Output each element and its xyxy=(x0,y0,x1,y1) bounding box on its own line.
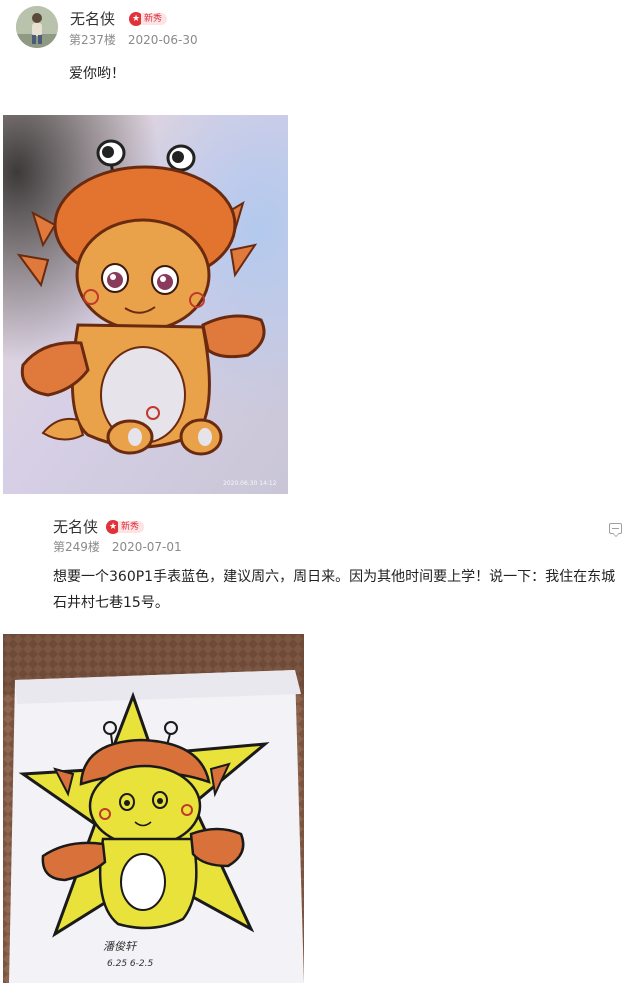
post-content: 爱你哟！ xyxy=(69,66,125,82)
username[interactable]: 无名侠 xyxy=(53,518,98,536)
photo-note: 6.25 6-2.5 xyxy=(107,959,153,969)
rookie-badge: ★ 新秀 xyxy=(106,520,145,534)
badge-label: 新秀 xyxy=(118,521,145,533)
post-photo[interactable]: 2020.06.30 14:12 xyxy=(3,115,288,494)
post-meta: 第237楼 2020-06-30 xyxy=(69,33,198,47)
post-meta: 第249楼 2020-07-01 xyxy=(53,540,182,554)
post-photo[interactable]: 潘俊轩 6.25 6-2.5 xyxy=(3,634,304,983)
avatar[interactable] xyxy=(16,6,58,48)
post-date: 2020-06-30 xyxy=(127,33,198,47)
post-floor-237: 无名侠 ★ 新秀 第237楼 2020-06-30 爱你哟！ 2020.06.3… xyxy=(0,0,633,500)
photo-signature: 潘俊轩 xyxy=(103,940,138,953)
post-content: 想要一个360P1手表蓝色，建议周六，周日来。因为其他时间要上学！说一下：我住在… xyxy=(53,569,616,611)
floor-number: 第249楼 xyxy=(53,540,100,554)
post-floor-249: 无名侠 ★ 新秀 第249楼 2020-07-01 想要一个360P1手表蓝色，建… xyxy=(0,510,633,983)
photo-timestamp: 2020.06.30 14:12 xyxy=(223,480,277,487)
reply-icon[interactable] xyxy=(609,523,622,534)
floor-number: 第237楼 xyxy=(69,33,116,47)
post-date: 2020-07-01 xyxy=(111,540,182,554)
badge-label: 新秀 xyxy=(141,13,168,25)
username[interactable]: 无名侠 xyxy=(70,10,115,28)
rookie-badge: ★ 新秀 xyxy=(129,12,168,26)
